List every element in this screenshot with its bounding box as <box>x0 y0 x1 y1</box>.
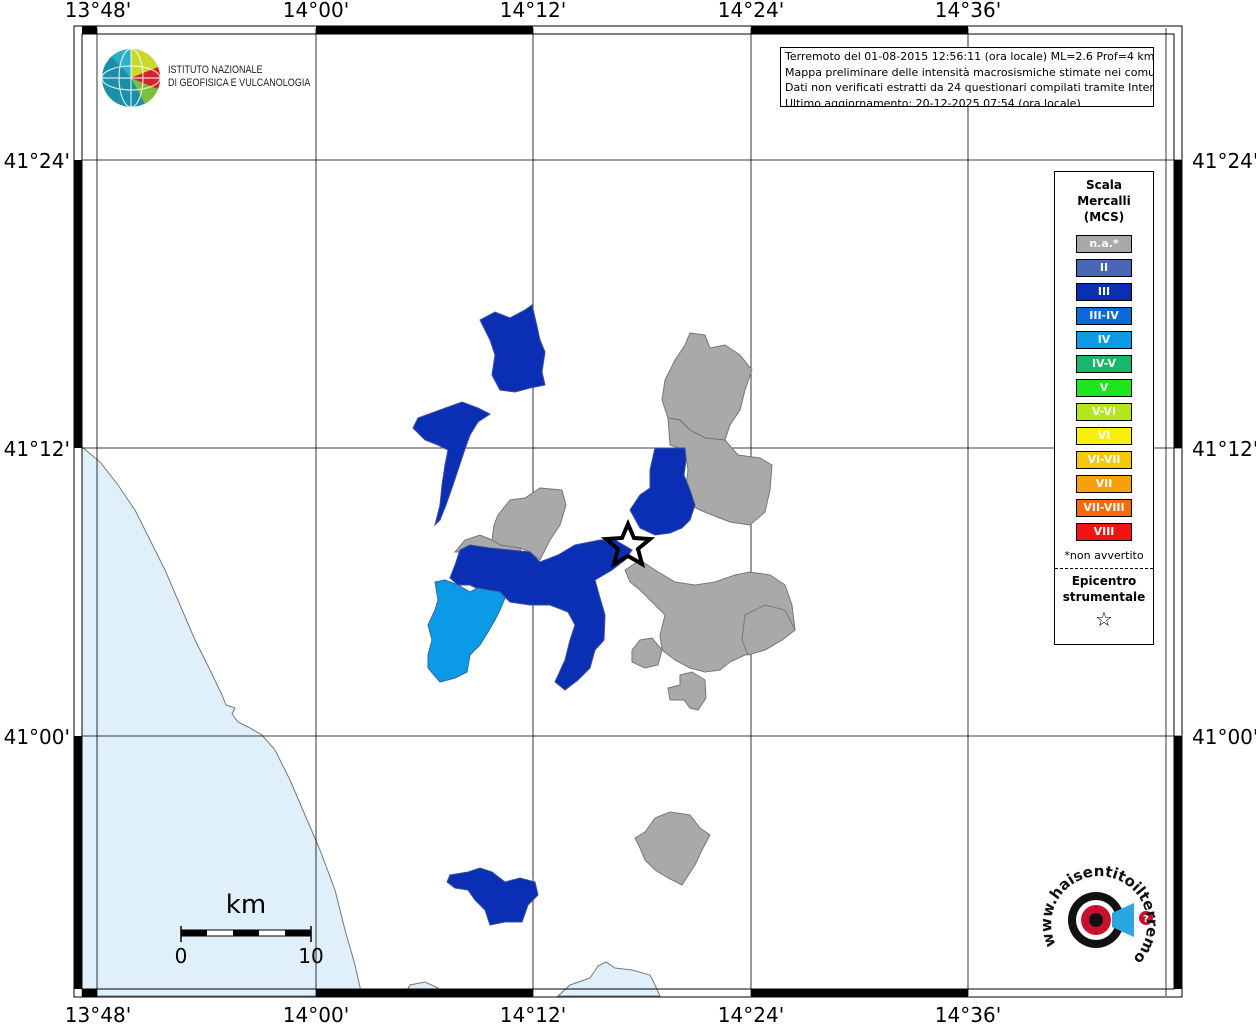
lon-label: 13°48' <box>65 1003 131 1024</box>
sea-area <box>81 445 363 997</box>
legend-item: IV-V <box>1076 355 1132 373</box>
scale-start: 0 <box>175 944 188 968</box>
legend-item: VI-VII <box>1076 451 1132 469</box>
globe-icon <box>101 48 161 108</box>
legend-epicenter-line2: strumentale <box>1062 590 1146 604</box>
info-line4: Ultimo aggiornamento: 20-12-2025 07:54 (… <box>785 96 1081 107</box>
lat-label: 41°00' <box>4 725 70 749</box>
legend-item: V <box>1076 379 1132 397</box>
legend-item: V-VI <box>1076 403 1132 421</box>
lon-label: 14°00' <box>283 1003 349 1024</box>
longitude-labels-top: 13°48' 14°00' 14°12' 14°24' 14°36' <box>65 0 1001 22</box>
legend-items: n.a.* II III III-IV IV IV-V V V-VI VI VI-VII VII VI… <box>1055 235 1153 541</box>
legend-epicenter-line1: Epicentro <box>1071 574 1137 588</box>
intensity-legend: Scala Mercalli (MCS) n.a.* II III III-IV IV I… <box>1054 171 1154 645</box>
epicenter-star-icon: ☆ <box>1095 607 1113 631</box>
scale-end: 10 <box>298 944 323 968</box>
island-shape <box>556 961 661 997</box>
legend-item: VII <box>1076 475 1132 493</box>
municipality-polygon <box>446 867 539 926</box>
lat-label: 41°12' <box>1192 437 1256 461</box>
latitude-labels-right: 41°24' 41°12' 41°00' <box>1192 149 1256 749</box>
municipality-polygon <box>631 637 663 669</box>
legend-item: n.a.* <box>1076 235 1132 253</box>
lat-label: 41°24' <box>4 149 70 173</box>
lon-label: 14°24' <box>718 1003 784 1024</box>
lat-label: 41°12' <box>4 437 70 461</box>
legend-note: *non avvertito <box>1064 549 1144 562</box>
legend-item: VI <box>1076 427 1132 445</box>
municipality-polygon <box>634 811 711 886</box>
event-info-box: Terremoto del 01-08-2015 12:56:11 (ora l… <box>780 47 1154 107</box>
info-line3: Dati non verificati estratti da 24 quest… <box>785 81 1154 94</box>
legend-item: III <box>1076 283 1132 301</box>
haisentito-logo: ? www.haisentitoilterremoto.it <box>1036 865 1161 968</box>
legend-separator <box>1055 568 1153 569</box>
municipality-intensity-iv <box>427 579 506 683</box>
legend-item: IV <box>1076 331 1132 349</box>
lon-label: 14°24' <box>718 0 784 22</box>
scale-unit: km <box>226 890 266 920</box>
municipality-polygon <box>629 447 696 536</box>
municipality-polygon <box>667 671 707 711</box>
legend-title-line2: Mercalli <box>1077 194 1131 208</box>
legend-item: II <box>1076 259 1132 277</box>
municipality-polygon <box>479 304 546 393</box>
lon-label: 14°36' <box>935 0 1001 22</box>
info-line2: Mappa preliminare delle intensità macros… <box>785 65 1154 79</box>
legend-item: III-IV <box>1076 307 1132 325</box>
longitude-labels-bottom: 13°48' 14°00' 14°12' 14°24' 14°36' <box>65 1003 1001 1024</box>
legend-item: VII-VIII <box>1076 499 1132 517</box>
logo-line2: DI GEOFISICA E VULCANOLOGIA <box>168 77 311 89</box>
lon-label: 14°12' <box>500 1003 566 1024</box>
lon-label: 14°00' <box>283 0 349 22</box>
latitude-labels-left: 41°24' 41°12' 41°00' <box>4 149 70 749</box>
lon-label: 14°36' <box>935 1003 1001 1024</box>
legend-item: VIII <box>1076 523 1132 541</box>
lon-label: 13°48' <box>65 0 131 22</box>
info-line1: Terremoto del 01-08-2015 12:56:11 (ora l… <box>785 50 1154 63</box>
lat-label: 41°00' <box>1192 725 1256 749</box>
municipality-polygon <box>412 401 491 527</box>
legend-title-line3: (MCS) <box>1083 210 1125 224</box>
logo-line1: ISTITUTO NAZIONALE <box>168 64 263 76</box>
lon-label: 14°12' <box>500 0 566 22</box>
lat-label: 41°24' <box>1192 149 1256 173</box>
municipalities-not-available <box>453 332 796 886</box>
legend-title-line1: Scala <box>1085 178 1123 192</box>
